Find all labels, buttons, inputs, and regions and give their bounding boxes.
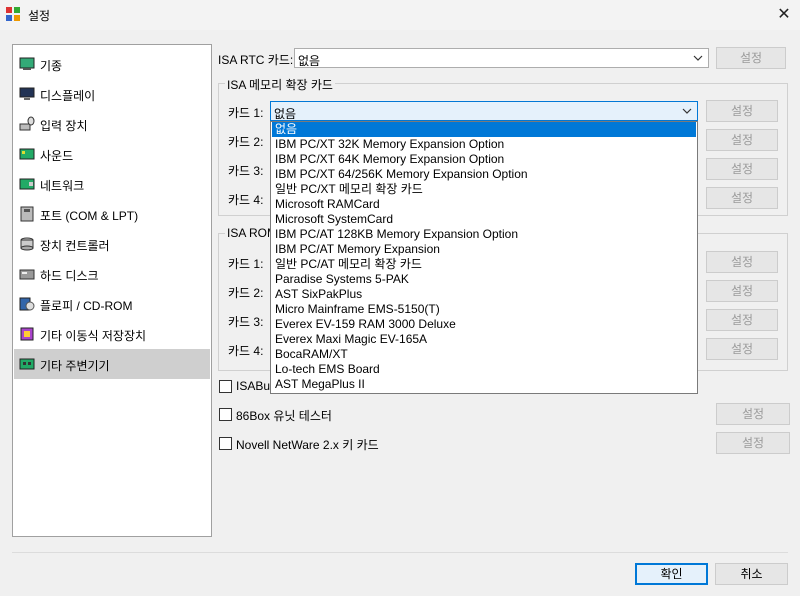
isa-rtc-value: 없음	[298, 54, 321, 68]
rom-card-2-configure-button[interactable]: 설정	[706, 280, 778, 302]
sidebar-item-input-devices[interactable]: 입력 장치	[14, 109, 210, 139]
rom-card-4-label: 카드 4:	[228, 344, 264, 358]
dropdown-option[interactable]: 일반 PC/XT 메모리 확장 카드	[272, 182, 696, 197]
isa-rtc-configure-button[interactable]: 설정	[716, 47, 786, 69]
dropdown-option[interactable]: Lo-tech EMS Board	[272, 362, 696, 377]
hard-disk-icon	[19, 269, 35, 280]
sidebar-item-sound[interactable]: 사운드	[14, 139, 210, 169]
isa-rtc-select[interactable]: 없음	[294, 48, 709, 68]
rom-card-1-configure-button[interactable]: 설정	[706, 251, 778, 273]
sidebar-item-label: 입력 장치	[40, 119, 88, 133]
netware-keycard-checkbox[interactable]	[219, 437, 232, 450]
sidebar-item-machine[interactable]: 기종	[14, 49, 210, 79]
sidebar-item-display[interactable]: 디스플레이	[14, 79, 210, 109]
dropdown-option[interactable]: IBM PC/XT 32K Memory Expansion Option	[272, 137, 696, 152]
dropdown-option[interactable]: AST MegaPlus II	[272, 377, 696, 392]
dropdown-option[interactable]: 없음	[272, 122, 696, 137]
memory-card-1-label: 카드 1:	[228, 106, 264, 120]
memory-card-2-label: 카드 2:	[228, 135, 264, 149]
unit-tester-configure-button[interactable]: 설정	[716, 403, 790, 425]
storage-controllers-icon	[20, 237, 34, 251]
sidebar-item-label: 기타 이동식 저장장치	[40, 329, 147, 343]
dropdown-option[interactable]: 일반 PC/AT 메모리 확장 카드	[272, 257, 696, 272]
sidebar-item-network[interactable]: 네트워크	[14, 169, 210, 199]
sidebar-item-other-peripherals[interactable]: 기타 주변기기	[14, 349, 210, 379]
rom-card-4-configure-button[interactable]: 설정	[706, 338, 778, 360]
sidebar-item-label: 플로피 / CD-ROM	[40, 299, 133, 313]
sidebar-item-label: 포트 (COM & LPT)	[40, 209, 139, 223]
dropdown-option[interactable]: BocaRAM/XT	[272, 347, 696, 362]
settings-category-list[interactable]: 기종 디스플레이 입력 장치 사운드 네트워크 포트 (COM & LPT) 장…	[12, 44, 212, 537]
sidebar-item-storage-controllers[interactable]: 장치 컨트롤러	[14, 229, 210, 259]
removable-storage-icon	[20, 327, 34, 341]
dropdown-option[interactable]: Micro Mainframe EMS-5150(T)	[272, 302, 696, 317]
window-title: 설정	[28, 9, 51, 23]
memory-card-1-value: 없음	[274, 107, 297, 121]
chevron-down-icon	[682, 108, 692, 114]
ports-icon	[20, 206, 34, 222]
sidebar-item-label: 장치 컨트롤러	[40, 239, 110, 253]
isa-memory-group-title: ISA 메모리 확장 카드	[225, 76, 335, 93]
display-icon	[19, 87, 35, 100]
memory-card-1-select[interactable]: 없음	[270, 101, 698, 121]
dropdown-option[interactable]: Everex EV-159 RAM 3000 Deluxe	[272, 317, 696, 332]
dropdown-option[interactable]: Microsoft RAMCard	[272, 197, 696, 212]
memory-card-4-configure-button[interactable]: 설정	[706, 187, 778, 209]
sidebar-item-ports[interactable]: 포트 (COM & LPT)	[14, 199, 210, 229]
isa-rtc-label: ISA RTC 카드:	[218, 53, 294, 67]
dropdown-option[interactable]: IBM PC/AT Memory Expansion	[272, 242, 696, 257]
sidebar-item-label: 기타 주변기기	[40, 359, 110, 373]
sidebar-item-floppy-cdrom[interactable]: 플로피 / CD-ROM	[14, 289, 210, 319]
dropdown-option[interactable]: IBM PC/AT 128KB Memory Expansion Option	[272, 227, 696, 242]
memory-card-1-configure-button[interactable]: 설정	[706, 100, 778, 122]
footer-separator	[12, 552, 788, 553]
chevron-down-icon	[693, 55, 703, 61]
dropdown-option[interactable]: Everex Maxi Magic EV-165A	[272, 332, 696, 347]
network-icon	[19, 178, 35, 190]
sidebar-item-removable-storage[interactable]: 기타 이동식 저장장치	[14, 319, 210, 349]
memory-card-4-label: 카드 4:	[228, 193, 264, 207]
dropdown-option[interactable]: Microsoft SystemCard	[272, 212, 696, 227]
netware-keycard-configure-button[interactable]: 설정	[716, 432, 790, 454]
sidebar-item-label: 하드 디스크	[40, 269, 99, 283]
sidebar-item-label: 디스플레이	[40, 89, 96, 103]
ok-button[interactable]: 확인	[635, 563, 708, 585]
memory-card-2-configure-button[interactable]: 설정	[706, 129, 778, 151]
memory-card-1-dropdown-list[interactable]: 없음 IBM PC/XT 32K Memory Expansion Option…	[270, 121, 698, 394]
rom-card-3-configure-button[interactable]: 설정	[706, 309, 778, 331]
sidebar-item-label: 기종	[40, 59, 63, 73]
rom-card-2-label: 카드 2:	[228, 286, 264, 300]
sound-icon	[19, 148, 35, 160]
rom-card-3-label: 카드 3:	[228, 315, 264, 329]
dropdown-option[interactable]: AST SixPakPlus	[272, 287, 696, 302]
floppy-cdrom-icon	[19, 297, 35, 311]
sidebar-item-label: 네트워크	[40, 179, 85, 193]
unit-tester-checkbox[interactable]	[219, 408, 232, 421]
title-bar: 설정 ✕	[0, 0, 800, 30]
other-peripherals-icon	[19, 358, 35, 370]
rom-card-1-label: 카드 1:	[228, 257, 264, 271]
isabugger-checkbox[interactable]	[219, 380, 232, 393]
close-icon[interactable]: ✕	[772, 3, 796, 25]
memory-card-3-configure-button[interactable]: 설정	[706, 158, 778, 180]
unit-tester-label: 86Box 유닛 테스터	[236, 409, 332, 423]
sidebar-item-label: 사운드	[40, 149, 74, 163]
dropdown-option[interactable]: IBM PC/XT 64/256K Memory Expansion Optio…	[272, 167, 696, 182]
cancel-button[interactable]: 취소	[715, 563, 788, 585]
app-icon	[6, 7, 20, 21]
netware-keycard-label: Novell NetWare 2.x 키 카드	[236, 438, 379, 452]
machine-icon	[19, 57, 35, 70]
memory-card-3-label: 카드 3:	[228, 164, 264, 178]
dropdown-option[interactable]: Paradise Systems 5-PAK	[272, 272, 696, 287]
input-devices-icon	[19, 116, 35, 131]
sidebar-item-hard-disk[interactable]: 하드 디스크	[14, 259, 210, 289]
dropdown-option[interactable]: IBM PC/XT 64K Memory Expansion Option	[272, 152, 696, 167]
